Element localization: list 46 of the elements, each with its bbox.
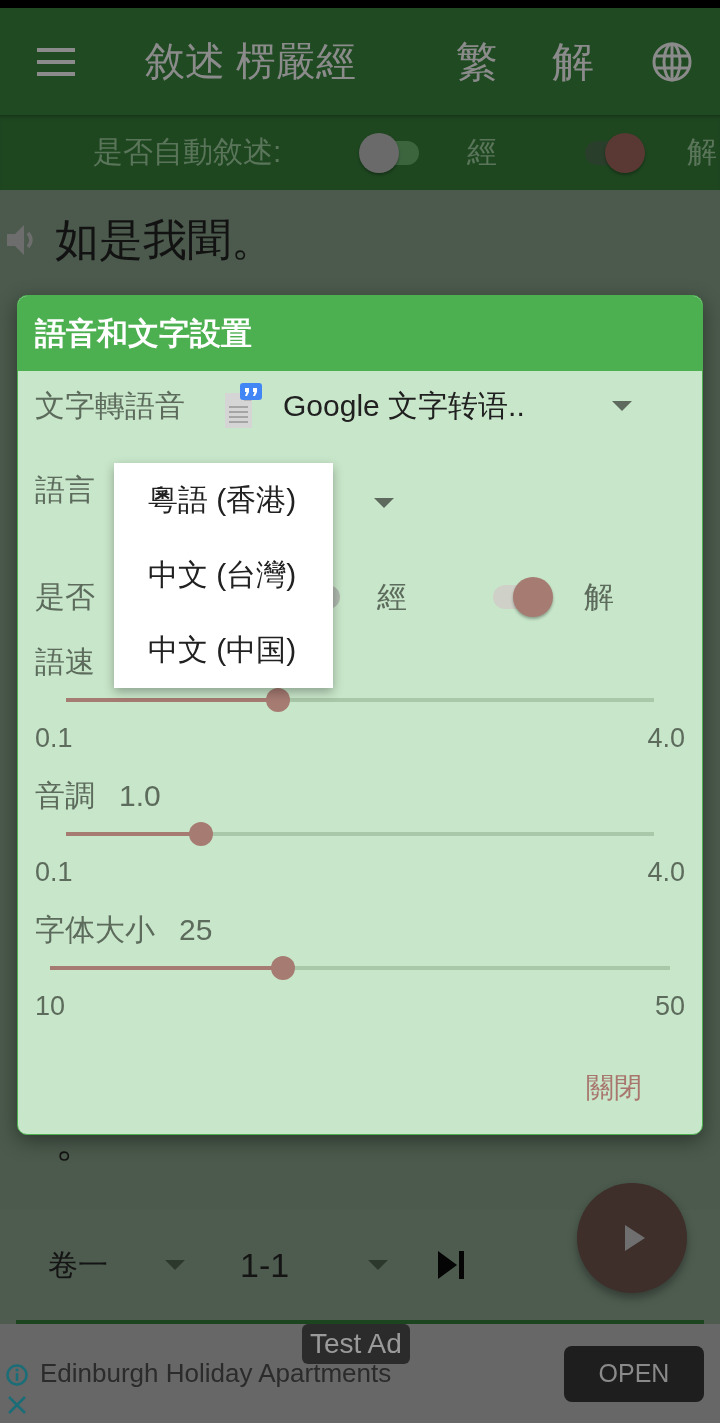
range-max-label: 4.0 xyxy=(647,856,685,888)
range-min-label: 0.1 xyxy=(35,856,73,888)
slider-value: 1.0 xyxy=(119,779,161,813)
toggle-label: 是否自動敘述: xyxy=(93,134,283,170)
switch-label: 解 xyxy=(687,134,717,170)
slider-label: 字体大小 xyxy=(35,911,155,948)
setting-label: 文字轉語音 xyxy=(35,387,185,424)
action-button[interactable]: 繁 xyxy=(449,35,505,88)
slider-thumb[interactable] xyxy=(271,956,296,980)
switch-label: 解 xyxy=(584,578,614,615)
caret-icon[interactable] xyxy=(165,1260,185,1270)
switch-label: 經 xyxy=(467,134,497,170)
app-title: 敘述 楞嚴經 xyxy=(145,38,357,85)
engine-name: Google 文字转语.. xyxy=(283,387,525,424)
action-button[interactable]: 解 xyxy=(545,35,601,88)
slider-value: 25 xyxy=(179,913,213,947)
globe-icon[interactable] xyxy=(652,41,692,82)
close-button[interactable]: 關閉 xyxy=(586,1063,642,1113)
menu-item[interactable]: 粵語 (香港) xyxy=(114,463,333,538)
slider-thumb[interactable] xyxy=(189,822,214,846)
slider-thumb[interactable] xyxy=(265,688,290,712)
caret-icon[interactable] xyxy=(374,498,394,508)
scripture-line: 。 xyxy=(55,1114,99,1167)
document-quote-icon xyxy=(222,383,262,429)
skip-next-icon[interactable] xyxy=(438,1251,464,1279)
menu-icon[interactable] xyxy=(37,47,75,76)
setting-label: 語言 xyxy=(35,471,95,508)
range-min-label: 0.1 xyxy=(35,722,73,754)
volume-dropdown[interactable]: 卷一 xyxy=(48,1244,185,1286)
scripture-line: 如是我聞。 xyxy=(55,213,275,266)
setting-label: 是否 xyxy=(35,578,95,615)
ad-badge: Test Ad xyxy=(302,1324,410,1364)
menu-item[interactable]: 中文 (中国) xyxy=(114,613,333,688)
slider-label: 語速 xyxy=(35,643,95,680)
switch-label: 經 xyxy=(377,578,407,615)
range-max-label: 4.0 xyxy=(647,722,685,754)
caret-icon[interactable] xyxy=(612,401,632,411)
dialog-title: 語音和文字設置 xyxy=(35,314,252,353)
section-dropdown[interactable]: 1-1 xyxy=(240,1245,388,1285)
range-max-label: 50 xyxy=(654,990,685,1022)
play-icon xyxy=(625,1225,645,1251)
caret-icon[interactable] xyxy=(368,1260,388,1270)
menu-item[interactable]: 中文 (台灣) xyxy=(114,538,333,613)
range-min-label: 10 xyxy=(35,990,66,1022)
open-button[interactable]: OPEN xyxy=(564,1345,704,1402)
slider-label: 音調 xyxy=(35,777,95,814)
